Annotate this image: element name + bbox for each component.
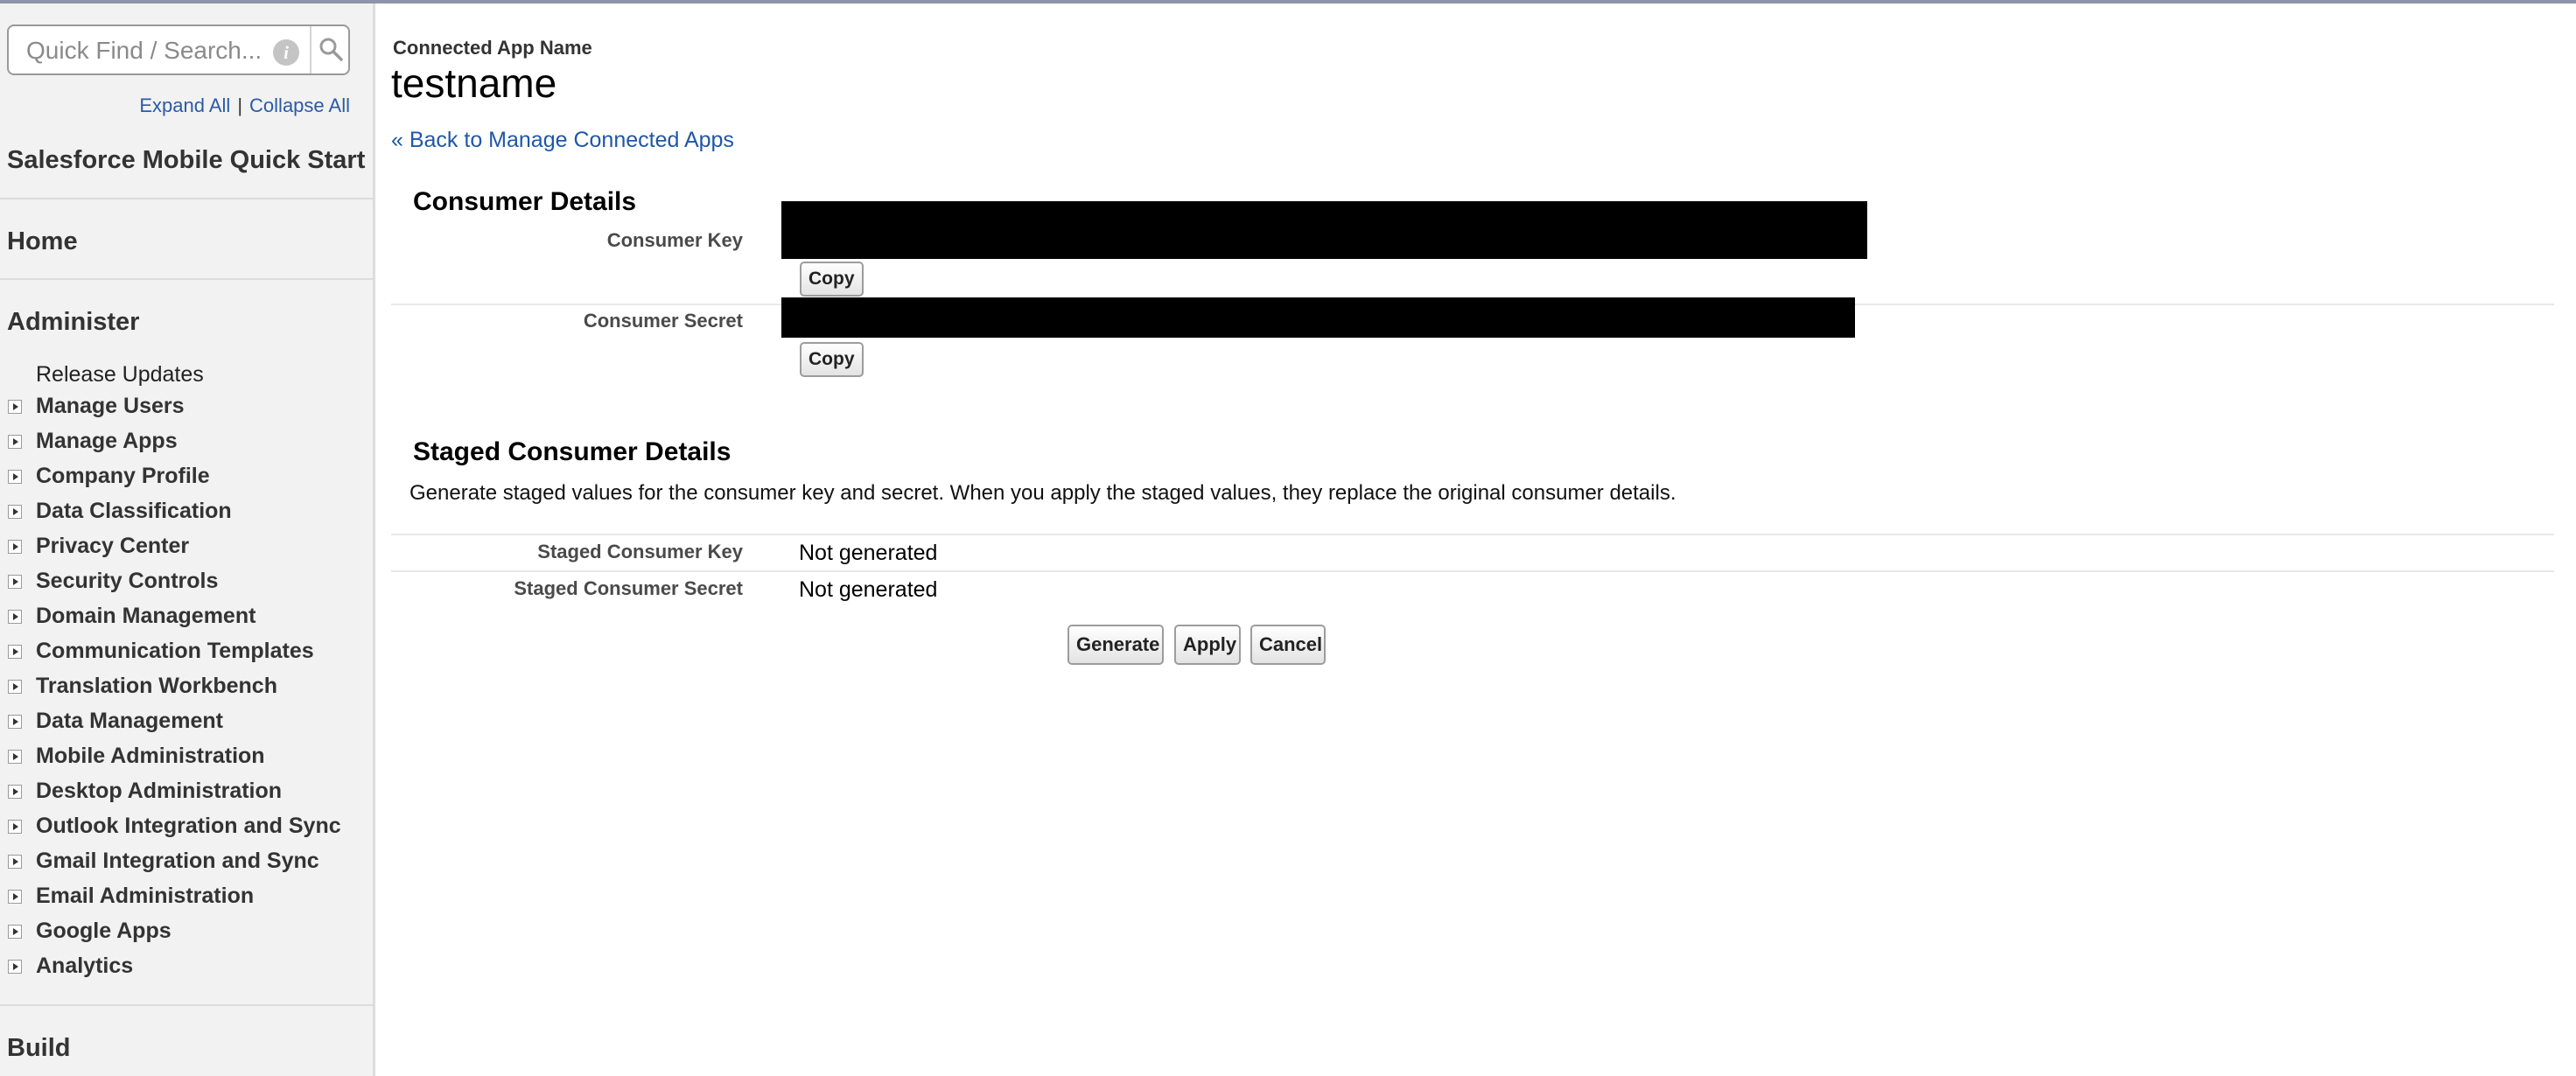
sidebar-item-label: Translation Workbench	[36, 674, 277, 698]
quick-find-box: i	[7, 24, 350, 75]
sidebar-item-domain-management[interactable]: Domain Management	[0, 604, 368, 639]
sidebar-item-label: Mobile Administration	[36, 744, 265, 768]
sidebar-item-company-profile[interactable]: Company Profile	[0, 464, 368, 499]
generate-button[interactable]: Generate	[1068, 625, 1164, 665]
staged-consumer-key-label: Staged Consumer Key	[537, 541, 743, 562]
staged-consumer-secret-label: Staged Consumer Secret	[514, 577, 743, 599]
sidebar-divider	[0, 278, 373, 280]
sidebar-item-label: Company Profile	[36, 464, 210, 488]
expand-toggle-icon[interactable]	[8, 925, 22, 939]
staged-consumer-details-heading: Staged Consumer Details	[413, 437, 732, 466]
sidebar-item-label: Domain Management	[36, 604, 256, 628]
sidebar-item-label: Outlook Integration and Sync	[36, 814, 341, 838]
sidebar-item-label: Manage Apps	[36, 429, 178, 453]
expand-toggle-icon[interactable]	[8, 400, 22, 414]
collapse-all-link[interactable]: Collapse All	[249, 94, 350, 116]
sidebar-item-security-controls[interactable]: Security Controls	[0, 569, 368, 604]
expand-toggle-icon[interactable]	[8, 540, 22, 554]
sidebar-item-label: Security Controls	[36, 569, 219, 593]
sidebar-item-outlook-integration-and-sync[interactable]: Outlook Integration and Sync	[0, 814, 368, 849]
sidebar-item-release-updates[interactable]: Release Updates	[36, 362, 204, 388]
expand-toggle-icon[interactable]	[8, 820, 22, 834]
expand-all-link[interactable]: Expand All	[139, 94, 230, 116]
search-button[interactable]	[312, 26, 350, 73]
expand-toggle-icon[interactable]	[8, 960, 22, 974]
sidebar-divider	[0, 1004, 373, 1006]
page-title: testname	[391, 60, 557, 106]
expand-toggle-icon[interactable]	[8, 470, 22, 484]
sidebar-item-label: Manage Users	[36, 394, 185, 418]
expand-toggle-icon[interactable]	[8, 575, 22, 589]
sidebar-item-privacy-center[interactable]: Privacy Center	[0, 534, 368, 569]
sidebar-item-data-management[interactable]: Data Management	[0, 709, 368, 744]
expand-toggle-icon[interactable]	[8, 750, 22, 764]
row-divider	[391, 570, 2554, 572]
sidebar-item-label: Privacy Center	[36, 534, 190, 558]
consumer-key-redacted	[781, 201, 1867, 259]
expand-toggle-icon[interactable]	[8, 610, 22, 624]
apply-button[interactable]: Apply	[1174, 625, 1241, 665]
main-content: Connected App Name testname « Back to Ma…	[375, 3, 2576, 1076]
sidebar-divider	[0, 198, 373, 199]
sidebar-item-desktop-administration[interactable]: Desktop Administration	[0, 779, 368, 814]
sidebar-item-manage-apps[interactable]: Manage Apps	[0, 429, 368, 464]
sidebar-item-email-administration[interactable]: Email Administration	[0, 884, 368, 919]
consumer-details-heading: Consumer Details	[413, 187, 637, 216]
cancel-button[interactable]: Cancel	[1250, 625, 1326, 665]
expand-toggle-icon[interactable]	[8, 715, 22, 729]
back-to-manage-connected-apps-link[interactable]: « Back to Manage Connected Apps	[391, 128, 734, 153]
search-icon	[319, 38, 343, 61]
quick-find-input[interactable]	[24, 33, 264, 68]
expand-toggle-icon[interactable]	[8, 890, 22, 904]
sidebar-section-build[interactable]: Build	[7, 1034, 71, 1063]
sidebar-item-label: Email Administration	[36, 884, 255, 908]
consumer-key-label: Consumer Key	[606, 229, 743, 251]
sidebar-item-communication-templates[interactable]: Communication Templates	[0, 639, 368, 674]
sidebar-section-administer: Administer	[7, 308, 140, 336]
expand-toggle-icon[interactable]	[8, 680, 22, 694]
sidebar-item-label: Google Apps	[36, 919, 172, 943]
sidebar-item-label: Communication Templates	[36, 639, 314, 663]
setup-sidebar: i Expand All | Collapse All Salesforce Mob…	[0, 3, 375, 1076]
sidebar-item-mobile-administration[interactable]: Mobile Administration	[0, 744, 368, 779]
connected-app-name-label: Connected App Name	[393, 37, 592, 59]
consumer-secret-label: Consumer Secret	[583, 310, 743, 332]
expand-toggle-icon[interactable]	[8, 435, 22, 449]
administer-tree: Manage Users Manage Apps Company Profile Da…	[0, 394, 368, 989]
sidebar-item-translation-workbench[interactable]: Translation Workbench	[0, 674, 368, 709]
consumer-secret-redacted	[781, 297, 1855, 338]
expand-collapse-row: Expand All | Collapse All	[139, 94, 350, 117]
expand-toggle-icon[interactable]	[8, 785, 22, 799]
staged-description: Generate staged values for the consumer …	[410, 481, 1676, 505]
copy-consumer-secret-button[interactable]: Copy	[800, 342, 864, 377]
expand-toggle-icon[interactable]	[8, 855, 22, 869]
sidebar-item-label: Gmail Integration and Sync	[36, 849, 319, 873]
staged-consumer-secret-value: Not generated	[799, 577, 938, 602]
sidebar-item-home[interactable]: Home	[7, 227, 78, 256]
sidebar-item-label: Data Management	[36, 709, 223, 733]
sidebar-item-label: Analytics	[36, 954, 134, 978]
sidebar-item-analytics[interactable]: Analytics	[0, 954, 368, 989]
expand-toggle-icon[interactable]	[8, 645, 22, 659]
sidebar-item-label: Desktop Administration	[36, 779, 283, 803]
sidebar-item-label: Data Classification	[36, 499, 232, 523]
staged-consumer-key-value: Not generated	[799, 541, 938, 565]
sidebar-item-mobile-quick-start[interactable]: Salesforce Mobile Quick Start	[7, 146, 365, 175]
expand-collapse-separator: |	[237, 94, 243, 116]
copy-consumer-key-button[interactable]: Copy	[800, 262, 864, 297]
sidebar-item-google-apps[interactable]: Google Apps	[0, 919, 368, 954]
sidebar-item-manage-users[interactable]: Manage Users	[0, 394, 368, 429]
sidebar-item-data-classification[interactable]: Data Classification	[0, 499, 368, 534]
sidebar-item-gmail-integration-and-sync[interactable]: Gmail Integration and Sync	[0, 849, 368, 884]
row-divider	[391, 534, 2554, 535]
expand-toggle-icon[interactable]	[8, 505, 22, 519]
info-icon[interactable]: i	[273, 39, 299, 66]
